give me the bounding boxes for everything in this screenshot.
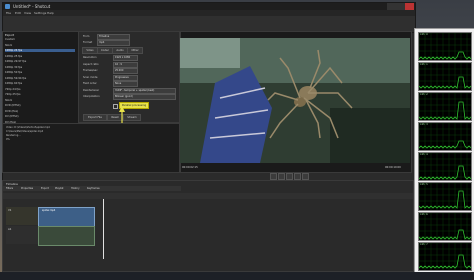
- tab-filters[interactable]: Filters: [6, 187, 13, 190]
- title-bar: Untitled* - Shotcut: [3, 3, 415, 10]
- playhead[interactable]: [103, 199, 104, 259]
- menu-file[interactable]: File: [6, 11, 11, 15]
- setting-label: Interpolation: [83, 95, 100, 98]
- cpu-graph: CPU 5: [418, 182, 472, 211]
- track-header-audio[interactable]: A1: [6, 226, 38, 244]
- clip-label: spider.mp4: [42, 209, 56, 212]
- menu-settings[interactable]: Settings: [34, 11, 46, 15]
- taskbar: [0, 272, 474, 280]
- preset-item[interactable]: 1080p 60 fps: [5, 82, 75, 85]
- preset-item[interactable]: DV (NTSC): [5, 115, 75, 118]
- panel-title: Export: [5, 33, 15, 37]
- preset-item[interactable]: DVD (PAL): [5, 110, 75, 113]
- preset-item[interactable]: 720p 25 fps: [5, 93, 75, 96]
- rewind-button[interactable]: [278, 173, 285, 180]
- tab-audio[interactable]: Audio: [112, 47, 128, 54]
- setting-value[interactable]: YADIF - temporal + spatial (best): [113, 87, 176, 94]
- video-clip[interactable]: spider.mp4: [38, 207, 95, 227]
- from-label: From: [83, 35, 90, 38]
- preset-item[interactable]: 1080p 30 fps: [5, 66, 75, 69]
- track-header-video[interactable]: V1: [6, 207, 38, 225]
- preset-item[interactable]: 1080p 50 fps: [5, 71, 75, 74]
- play-button[interactable]: [286, 173, 293, 180]
- menu-help[interactable]: Help: [47, 11, 54, 15]
- setting-label: Frames/sec: [83, 69, 98, 72]
- preset-item[interactable]: DVD (NTSC): [5, 104, 75, 107]
- log-line: 0%: [6, 138, 10, 141]
- setting-value[interactable]: 25.000: [113, 68, 138, 74]
- fast-forward-button[interactable]: [294, 173, 301, 180]
- preset-item[interactable]: 1080p 29.97 fps: [5, 60, 75, 63]
- preset-item[interactable]: 720p 24 fps: [5, 88, 75, 91]
- track-name: A1: [8, 228, 12, 231]
- minimize-button[interactable]: [387, 3, 396, 10]
- preset-item[interactable]: 1080p 24 fps: [5, 49, 75, 52]
- cpu-graph: CPU 1: [418, 62, 472, 91]
- timecode-duration: 00:00:10:00: [385, 166, 401, 169]
- menu-edit[interactable]: Edit: [15, 11, 21, 15]
- setting-value[interactable]: 1920 x 1080: [113, 55, 138, 61]
- cpu-graph: CPU 7: [418, 242, 472, 271]
- tab-playlist[interactable]: Playlist: [55, 187, 64, 190]
- export-file-button[interactable]: Export File: [83, 114, 107, 121]
- timeline-panel: Timeline Filters Properties Export Playl…: [2, 180, 414, 272]
- tab-other[interactable]: Other: [127, 47, 143, 54]
- log-line: Rendering...: [6, 134, 21, 137]
- preset-item[interactable]: Custom: [5, 38, 75, 41]
- panel-tabs: Filters Properties Export Playlist Histo…: [3, 186, 181, 191]
- timecode-position[interactable]: 00:00:02:15: [182, 166, 198, 169]
- tab-codec[interactable]: Codec: [97, 47, 113, 54]
- cpu-graph: CPU 0: [418, 32, 472, 61]
- setting-label: Deinterlacer: [83, 88, 100, 92]
- close-button[interactable]: [405, 3, 414, 10]
- skip-start-button[interactable]: [270, 173, 277, 180]
- setting-value[interactable]: None: [113, 81, 138, 87]
- setting-value[interactable]: Progressive: [113, 74, 138, 81]
- timeline-toolbar: [3, 193, 413, 199]
- setting-value[interactable]: Bilinear (good): [113, 94, 176, 100]
- setting-label: Scan mode: [83, 75, 98, 79]
- setting-label: Field order: [83, 82, 97, 85]
- log-line: Video: D:\Videos\Shotcut\spider.mp4: [6, 126, 50, 129]
- tab-video[interactable]: Video: [82, 47, 98, 54]
- preset-item[interactable]: Stock: [5, 44, 75, 47]
- video-frame[interactable]: [180, 38, 410, 163]
- maximize-button[interactable]: [396, 3, 405, 10]
- menu-view[interactable]: View: [24, 11, 31, 15]
- setting-label: Aspect ratio: [83, 62, 99, 66]
- tab-export[interactable]: Export: [41, 187, 49, 190]
- video-settings: Resolution 1920 x 1080 Aspect ratio 16 : 9 F…: [79, 55, 179, 104]
- cpu-graph: CPU 2: [418, 92, 472, 121]
- log-line: C:\Users\Me\Videos\spider.mp4: [6, 130, 44, 133]
- preset-item[interactable]: 1080p 25 fps: [5, 55, 75, 58]
- format-label: Format: [83, 41, 93, 44]
- track-name: V1: [8, 209, 12, 212]
- tab-keyframes[interactable]: Keyframes: [87, 187, 100, 190]
- skip-end-button[interactable]: [302, 173, 309, 180]
- preset-item[interactable]: Stock: [5, 99, 75, 102]
- setting-label: Resolution: [83, 56, 97, 59]
- audio-clip[interactable]: [38, 226, 95, 246]
- tab-properties[interactable]: Properties: [21, 187, 33, 190]
- spider-image: [180, 38, 410, 163]
- window-title: Untitled* - Shotcut: [13, 4, 51, 9]
- setting-value[interactable]: 16 : 9: [113, 61, 138, 68]
- preset-item[interactable]: 1080p 59.94 fps: [5, 77, 75, 80]
- jobs-log: Video: D:\Videos\Shotcut\spider.mp4 C:\U…: [2, 123, 180, 173]
- cpu-graph: CPU 4: [418, 152, 472, 181]
- tab-history[interactable]: History: [71, 187, 80, 190]
- cpu-graph: CPU 3: [418, 122, 472, 151]
- format-select[interactable]: mp4: [97, 40, 130, 46]
- app-icon: [5, 4, 10, 9]
- cpu-graph: CPU 6: [418, 212, 472, 241]
